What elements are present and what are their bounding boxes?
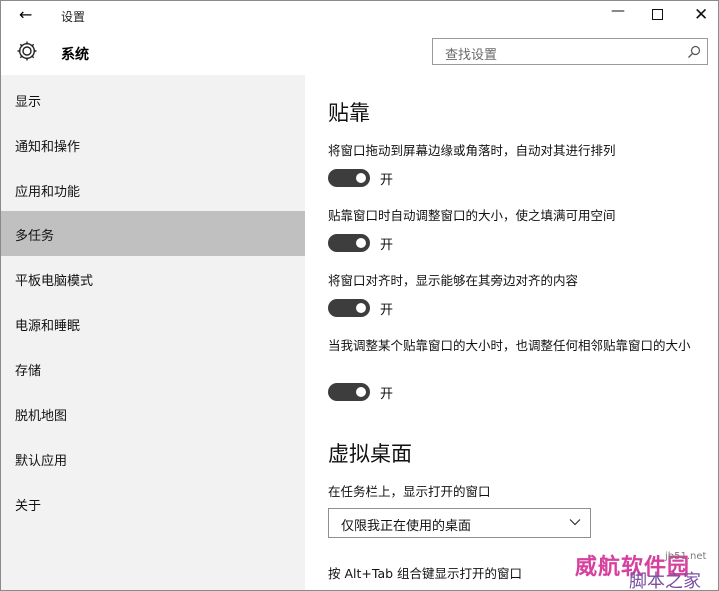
sidebar-item-about[interactable]: 关于 — [1, 481, 305, 526]
title-bar: ← 设置 — ✕ — [1, 1, 718, 31]
snap-option-label: 将窗口拖动到屏幕边缘或角落时，自动对其进行排列 — [328, 143, 616, 158]
watermark-text: 脚本之家 — [629, 571, 701, 591]
window-title: 设置 — [61, 10, 86, 24]
dropdown-selected-value: 仅限我正在使用的桌面 — [341, 519, 472, 534]
sidebar-item-label: 应用和功能 — [15, 185, 81, 200]
snap-option-label: 贴靠窗口时自动调整窗口的大小，使之填满可用空间 — [328, 208, 616, 223]
sidebar-item-label: 多任务 — [15, 229, 55, 244]
sidebar-item-default-apps[interactable]: 默认应用 — [1, 436, 305, 481]
sidebar-item-display[interactable]: 显示 — [1, 77, 305, 122]
watermark: 威航软件园 jb51.net 脚本之家 — [569, 545, 718, 591]
sidebar-item-offline-maps[interactable]: 脱机地图 — [1, 391, 305, 436]
sidebar-item-notifications[interactable]: 通知和操作 — [1, 122, 305, 167]
minimize-button[interactable]: — — [611, 3, 625, 19]
taskbar-windows-dropdown[interactable]: 仅限我正在使用的桌面 — [328, 508, 591, 538]
watermark-url: jb51.net — [665, 551, 707, 562]
sidebar-item-power-sleep[interactable]: 电源和睡眠 — [1, 301, 305, 346]
snap-option-label: 将窗口对齐时，显示能够在其旁边对齐的内容 — [328, 273, 579, 288]
snap-toggle-1[interactable] — [328, 169, 370, 187]
search-icon[interactable] — [687, 45, 701, 59]
snap-option-label: 当我调整某个贴靠窗口的大小时，也调整任何相邻贴靠窗口的大小 — [328, 338, 691, 353]
sidebar-item-tablet-mode[interactable]: 平板电脑模式 — [1, 256, 305, 301]
close-button[interactable]: ✕ — [694, 7, 708, 24]
sidebar-item-label: 存储 — [15, 364, 42, 379]
settings-window: ← 设置 — ✕ 系统 查找设置 显示 通知和操作 应用和功能 多任务 平板电脑… — [0, 0, 719, 591]
sidebar-item-label: 平板电脑模式 — [15, 274, 94, 289]
sidebar-item-label: 默认应用 — [15, 454, 68, 469]
taskbar-windows-label: 在任务栏上，显示打开的窗口 — [328, 484, 491, 499]
sidebar-item-label: 通知和操作 — [15, 140, 81, 155]
sidebar-item-label: 脱机地图 — [15, 409, 68, 424]
sidebar: 显示 通知和操作 应用和功能 多任务 平板电脑模式 电源和睡眠 存储 脱机地图 … — [1, 75, 305, 590]
virtual-desktops-heading: 虚拟桌面 — [328, 442, 412, 466]
sidebar-item-storage[interactable]: 存储 — [1, 346, 305, 391]
gear-icon — [17, 41, 37, 61]
snap-heading: 贴靠 — [328, 101, 370, 125]
sidebar-item-multitasking[interactable]: 多任务 — [1, 211, 305, 256]
sidebar-item-label: 显示 — [15, 95, 42, 110]
search-input[interactable]: 查找设置 — [432, 38, 708, 65]
sidebar-item-label: 关于 — [15, 499, 42, 514]
toggle-state-label: 开 — [380, 387, 394, 402]
snap-toggle-2[interactable] — [328, 234, 370, 252]
toggle-state-label: 开 — [380, 173, 394, 188]
back-arrow-icon[interactable]: ← — [19, 6, 32, 24]
page-title: 系统 — [61, 47, 89, 63]
toggle-state-label: 开 — [380, 238, 394, 253]
sidebar-item-apps[interactable]: 应用和功能 — [1, 167, 305, 212]
search-placeholder: 查找设置 — [445, 48, 498, 63]
chevron-down-icon — [569, 519, 581, 526]
maximize-button[interactable] — [652, 9, 663, 20]
snap-toggle-4[interactable] — [328, 383, 370, 401]
sidebar-item-label: 电源和睡眠 — [15, 319, 81, 334]
toggle-state-label: 开 — [380, 303, 394, 318]
snap-toggle-3[interactable] — [328, 299, 370, 317]
